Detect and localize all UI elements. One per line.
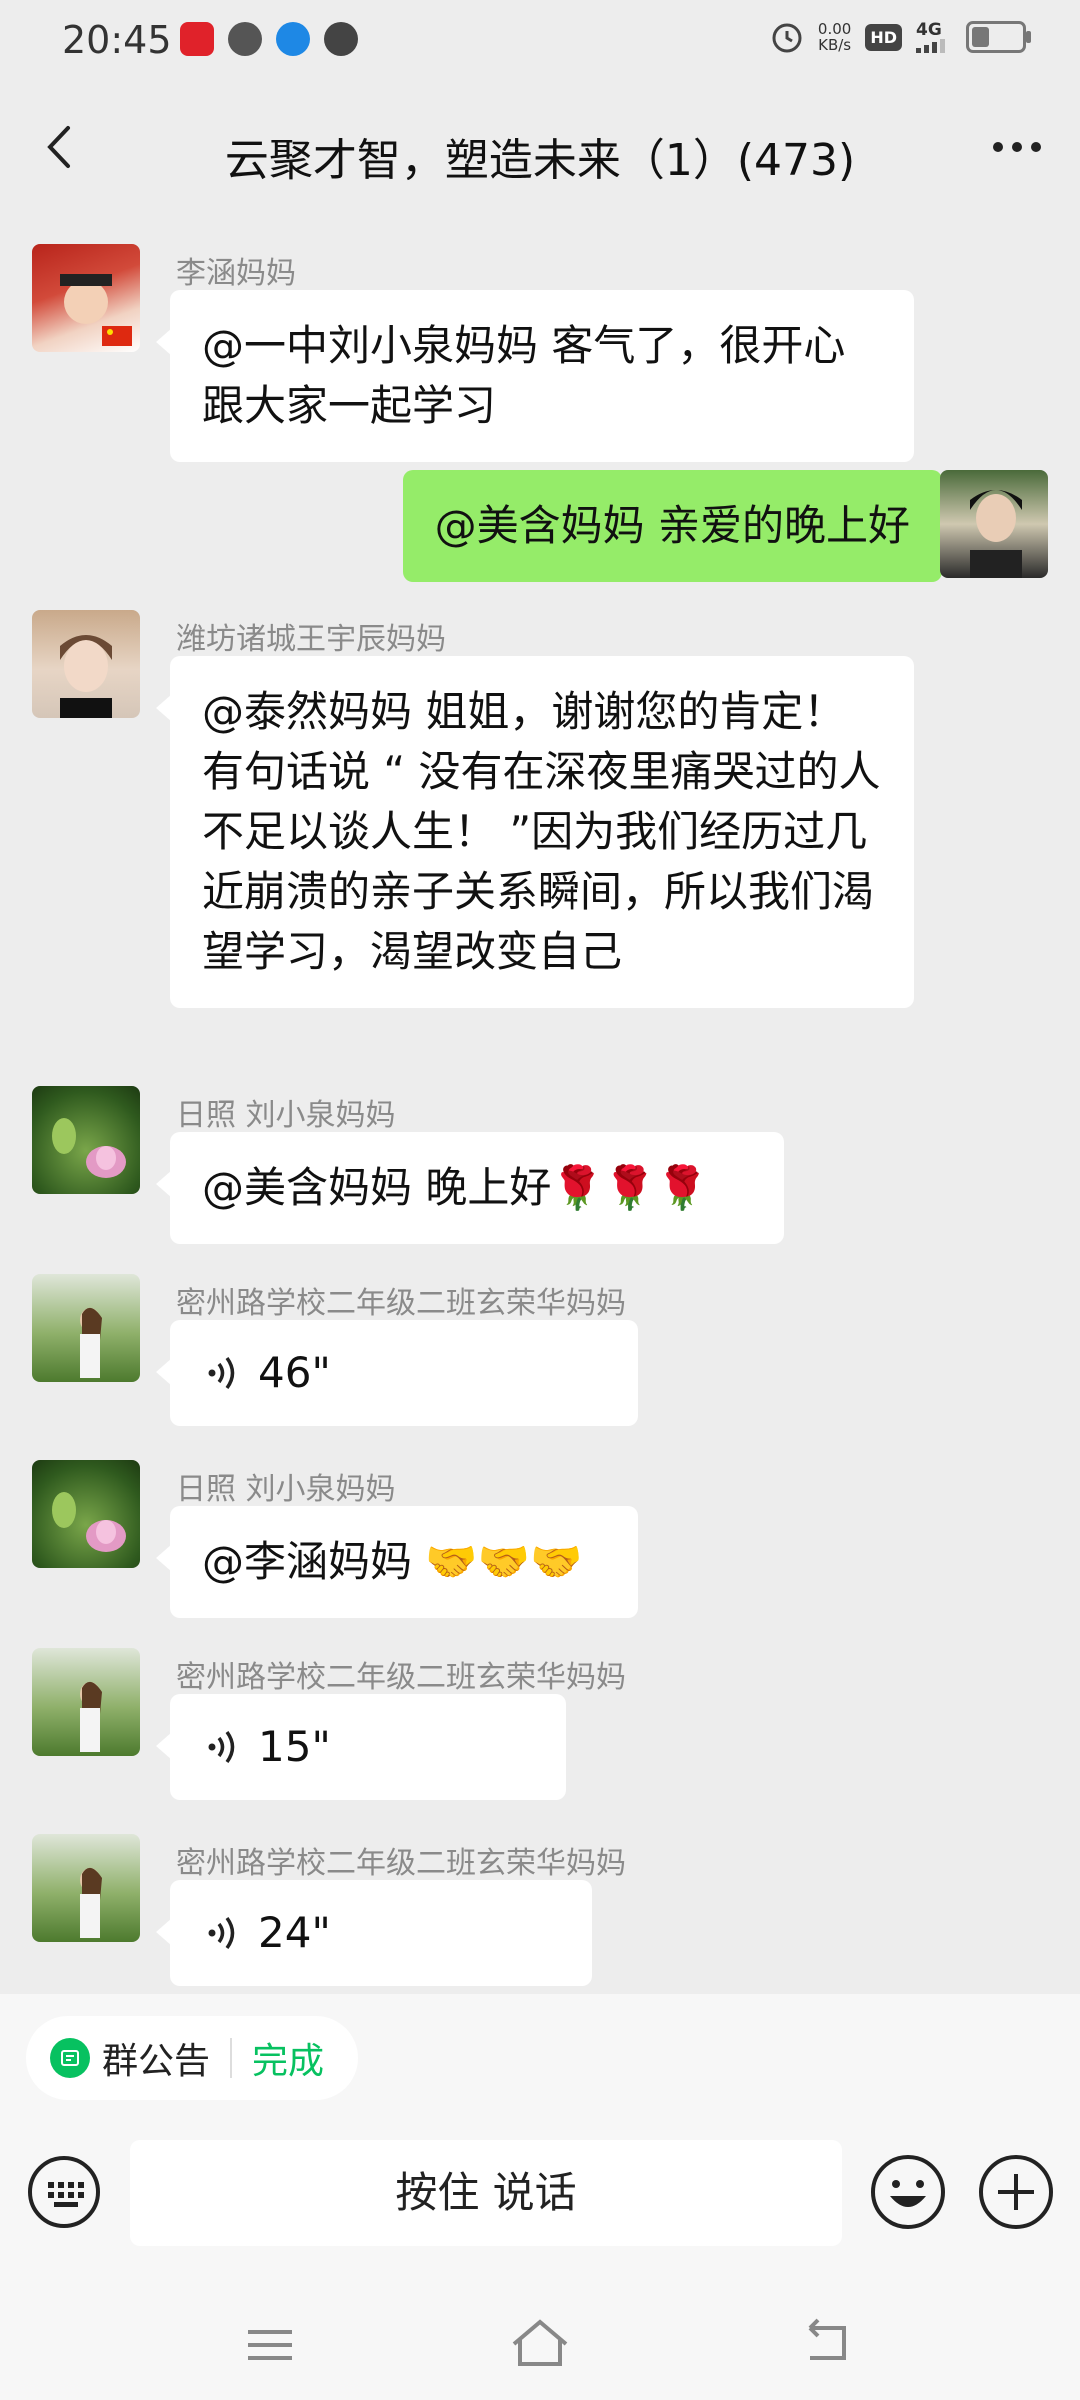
keyboard-icon[interactable]	[26, 2154, 102, 2230]
net-speed: 0.00 KB/s	[818, 21, 851, 53]
hold-to-talk-button[interactable]: 按住 说话	[130, 2140, 842, 2246]
message-bubble[interactable]: @李涵妈妈 🤝🤝🤝	[156, 1506, 638, 1618]
avatar[interactable]	[32, 1834, 140, 1942]
home-icon[interactable]	[508, 2314, 572, 2372]
message-bubble[interactable]: @美含妈妈 晚上好🌹🌹🌹	[156, 1132, 784, 1244]
red-app-icon	[180, 22, 214, 56]
menu-icon[interactable]	[240, 2320, 300, 2370]
my-avatar[interactable]	[940, 470, 1048, 578]
avatar[interactable]	[32, 1460, 140, 1568]
back-icon[interactable]	[796, 2314, 856, 2370]
bottom-panel: 群公告 完成 按住 说话	[0, 1994, 1080, 2400]
notice-icon	[50, 2038, 90, 2078]
voice-duration: 46"	[258, 1348, 331, 1397]
chat-title: 云聚才智，塑造未来（1）(473)	[224, 135, 856, 186]
net-speed-unit: KB/s	[818, 36, 852, 54]
signal-icon: 4G	[916, 21, 952, 53]
hd-badge: HD	[865, 23, 902, 51]
sender-name: 日照 刘小泉妈妈	[176, 1098, 396, 1133]
group-notice-label: 群公告	[102, 2041, 211, 2082]
cat-app-icon	[228, 22, 262, 56]
status-bar: 20:45 0.00 KB/s HD 4G	[0, 0, 1080, 84]
voice-message[interactable]: 15"	[156, 1694, 566, 1800]
message-list[interactable]: 李涵妈妈 @一中刘小泉妈妈 客气了，很开心跟大家一起学习 @美含妈妈 亲爱的晚上…	[0, 214, 1080, 1994]
voice-wave-icon	[208, 1356, 235, 1390]
group-notice-chip[interactable]: 群公告 完成	[26, 2016, 358, 2100]
voice-duration: 24"	[258, 1908, 331, 1957]
sender-name: 密州路学校二年级二班玄荣华妈妈	[176, 1660, 626, 1695]
notification-icons	[180, 22, 358, 56]
alarm-icon	[772, 23, 802, 53]
browser-icon	[276, 22, 310, 56]
message-bubble[interactable]: @泰然妈妈 姐姐，谢谢您的肯定！有句话说 “ 没有在深夜里痛哭过的人不足以谈人生…	[156, 656, 914, 1008]
chip-divider	[230, 2038, 233, 2078]
compass-icon	[324, 22, 358, 56]
sender-name: 潍坊诸城王宇辰妈妈	[176, 622, 446, 657]
input-bar: 按住 说话	[0, 2122, 1080, 2260]
message-bubble[interactable]: @美含妈妈 亲爱的晚上好	[402, 470, 957, 582]
chat-header: 云聚才智，塑造未来（1）(473)	[0, 84, 1080, 214]
battery-icon	[966, 21, 1031, 53]
network-type: 4G	[916, 20, 942, 40]
net-speed-value: 0.00	[817, 20, 852, 38]
avatar[interactable]	[32, 1274, 140, 1382]
battery-fill	[972, 27, 989, 47]
status-time: 20:45	[62, 18, 172, 62]
voice-message[interactable]: 46"	[156, 1320, 638, 1426]
avatar[interactable]	[32, 1086, 140, 1194]
sender-name: 密州路学校二年级二班玄荣华妈妈	[176, 1286, 626, 1321]
sender-name: 李涵妈妈	[176, 256, 296, 291]
sender-name: 密州路学校二年级二班玄荣华妈妈	[176, 1846, 626, 1881]
system-nav-bar	[0, 2290, 1080, 2400]
message-bubble[interactable]: @一中刘小泉妈妈 客气了，很开心跟大家一起学习	[156, 290, 914, 462]
chevron-left-icon[interactable]	[28, 114, 94, 180]
avatar[interactable]	[32, 610, 140, 718]
emoji-icon[interactable]	[868, 2152, 948, 2232]
voice-wave-icon	[208, 1916, 235, 1950]
done-button[interactable]: 完成	[252, 2032, 324, 2084]
voice-duration: 15"	[258, 1722, 331, 1771]
avatar[interactable]	[32, 1648, 140, 1756]
more-dots-icon[interactable]	[984, 114, 1050, 180]
voice-message[interactable]: 24"	[156, 1880, 592, 1986]
voice-wave-icon	[208, 1730, 235, 1764]
status-right: 0.00 KB/s HD 4G	[770, 20, 1031, 54]
avatar[interactable]	[32, 244, 140, 352]
plus-icon[interactable]	[976, 2152, 1056, 2232]
sender-name: 日照 刘小泉妈妈	[176, 1472, 396, 1507]
